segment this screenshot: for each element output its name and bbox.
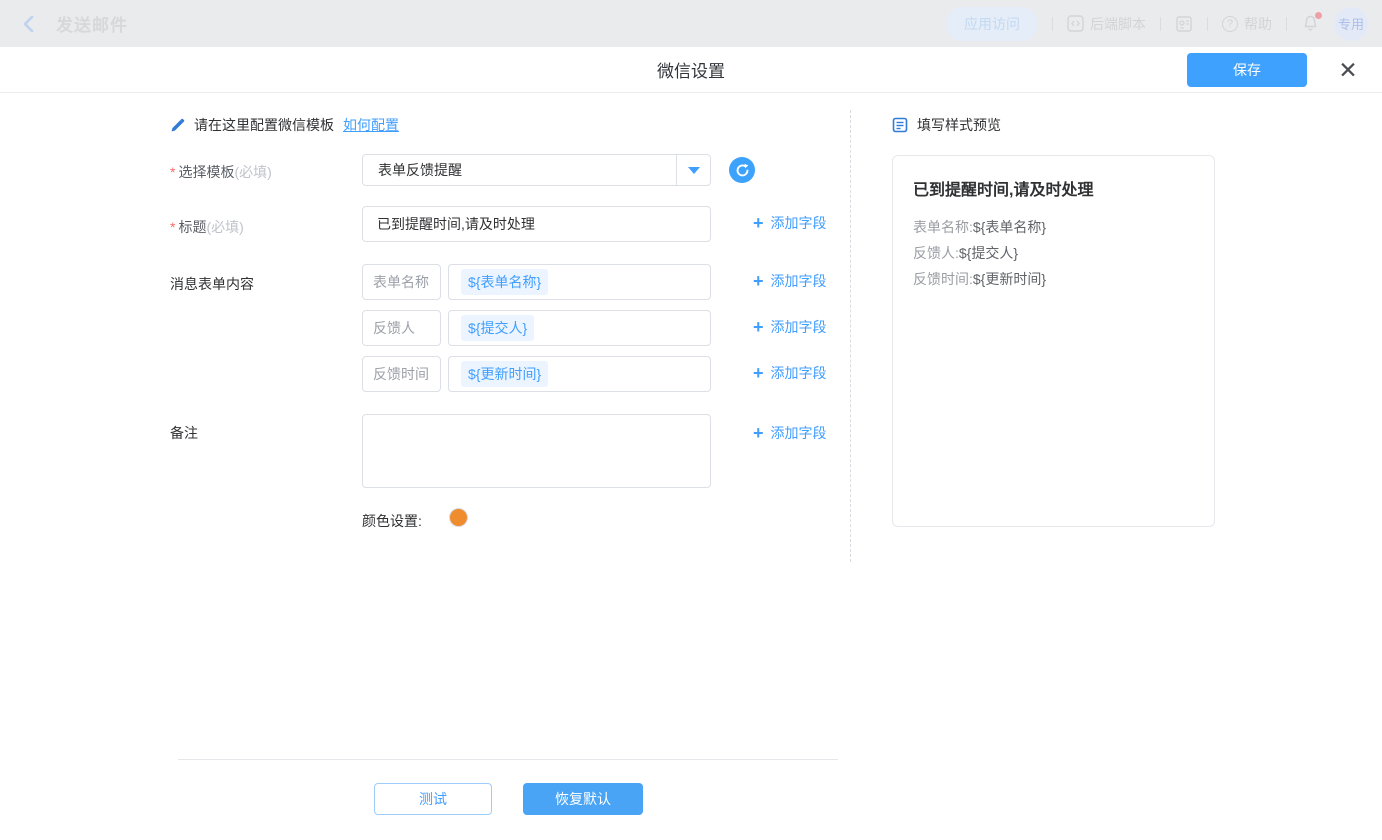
help-label: 帮助	[1244, 14, 1272, 34]
contact-card-icon[interactable]	[1175, 15, 1193, 33]
avatar[interactable]: 专用	[1334, 7, 1368, 41]
preview-line-label: 表单名称:	[913, 219, 973, 235]
preview-line-label: 反馈时间:	[913, 271, 973, 287]
test-button[interactable]: 测试	[374, 783, 492, 815]
color-swatch[interactable]	[449, 508, 468, 527]
document-icon	[892, 117, 908, 133]
plus-icon: +	[753, 424, 764, 442]
chevron-down-icon	[688, 167, 700, 174]
preview-line: 反馈时间:${更新时间}	[913, 266, 1194, 292]
preview-header-text: 填写样式预览	[917, 115, 1001, 135]
row-value-input-1[interactable]: ${表单名称}	[448, 264, 711, 300]
page-title: 发送邮件	[56, 11, 128, 36]
field-token[interactable]: ${更新时间}	[461, 361, 548, 387]
preview-line-label: 反馈人:	[913, 245, 959, 261]
pencil-icon	[170, 118, 185, 133]
plus-icon: +	[753, 214, 764, 232]
template-required-suffix: (必填)	[234, 164, 271, 180]
remark-label: 备注	[170, 423, 198, 443]
row-value-input-3[interactable]: ${更新时间}	[448, 356, 711, 392]
add-field-button-row-1[interactable]: + 添加字段	[753, 271, 827, 291]
vertical-divider	[850, 110, 851, 562]
refresh-templates-button[interactable]	[729, 157, 755, 183]
template-select[interactable]: 表单反馈提醒	[362, 154, 711, 186]
preview-line: 表单名称:${表单名称}	[913, 214, 1194, 240]
topbar-separator	[1286, 17, 1287, 31]
add-field-button-row-3[interactable]: + 添加字段	[753, 363, 827, 383]
close-icon[interactable]: ✕	[1332, 54, 1364, 86]
select-caret-zone[interactable]	[676, 155, 710, 185]
add-field-button-row-2[interactable]: + 添加字段	[753, 317, 827, 337]
required-asterisk: *	[170, 164, 175, 180]
modal-header: 微信设置 保存 ✕	[0, 47, 1382, 93]
topbar-separator	[1207, 17, 1208, 31]
restore-default-button[interactable]: 恢复默认	[523, 783, 643, 815]
how-to-configure-link[interactable]: 如何配置	[343, 115, 399, 135]
template-label: *选择模板(必填)	[170, 162, 272, 182]
add-field-label: 添加字段	[771, 423, 827, 443]
row-value-input-2[interactable]: ${提交人}	[448, 310, 711, 346]
add-field-button-title[interactable]: + 添加字段	[753, 213, 827, 233]
add-field-label: 添加字段	[771, 317, 827, 337]
topbar-separator	[1052, 17, 1053, 31]
preview-card: 已到提醒时间,请及时处理 表单名称:${表单名称} 反馈人:${提交人} 反馈时…	[892, 155, 1215, 527]
plus-icon: +	[753, 272, 764, 290]
title-required-suffix: (必填)	[206, 219, 243, 235]
notification-bell-icon[interactable]	[1301, 14, 1320, 33]
add-field-label: 添加字段	[771, 213, 827, 233]
refresh-icon	[735, 163, 750, 178]
preview-line-value: ${更新时间}	[973, 271, 1046, 287]
remark-textarea[interactable]	[362, 414, 711, 488]
backend-script-label: 后端脚本	[1090, 14, 1146, 34]
wechat-settings-modal: 微信设置 保存 ✕ 请在这里配置微信模板 如何配置 *选择模板(必填) 表单反馈…	[0, 47, 1382, 840]
modal-title: 微信设置	[0, 47, 1382, 92]
content-label: 消息表单内容	[170, 274, 254, 294]
app-access-button[interactable]: 应用访问	[946, 7, 1038, 41]
preview-line: 反馈人:${提交人}	[913, 240, 1194, 266]
add-field-label: 添加字段	[771, 363, 827, 383]
row-key-input-2[interactable]	[362, 310, 441, 346]
title-input[interactable]	[362, 206, 711, 242]
add-field-button-remark[interactable]: + 添加字段	[753, 423, 827, 443]
title-label-text: 标题	[178, 219, 206, 235]
code-icon	[1067, 15, 1084, 32]
required-asterisk: *	[170, 219, 175, 235]
notification-badge	[1315, 12, 1322, 19]
plus-icon: +	[753, 364, 764, 382]
field-token[interactable]: ${提交人}	[461, 315, 534, 341]
footer-divider	[178, 759, 838, 760]
row-key-input-1[interactable]	[362, 264, 441, 300]
question-icon: ?	[1222, 16, 1238, 32]
color-setting-label: 颜色设置:	[362, 511, 422, 531]
add-field-label: 添加字段	[771, 271, 827, 291]
back-icon[interactable]	[20, 14, 40, 34]
field-token[interactable]: ${表单名称}	[461, 269, 548, 295]
preview-line-value: ${提交人}	[959, 245, 1018, 261]
template-label-text: 选择模板	[178, 164, 234, 180]
title-label: *标题(必填)	[170, 217, 244, 237]
template-select-value: 表单反馈提醒	[363, 160, 676, 180]
config-hint-row: 请在这里配置微信模板 如何配置	[170, 115, 399, 135]
preview-header: 填写样式预览	[892, 115, 1001, 135]
backend-script-button[interactable]: 后端脚本	[1067, 14, 1146, 34]
row-key-input-3[interactable]	[362, 356, 441, 392]
preview-title: 已到提醒时间,请及时处理	[913, 176, 1194, 200]
modal-body: 请在这里配置微信模板 如何配置 *选择模板(必填) 表单反馈提醒 *标题(必填)…	[0, 93, 1382, 839]
page-topbar: 发送邮件 应用访问 后端脚本 ? 帮助	[0, 0, 1382, 47]
config-hint-text: 请在这里配置微信模板	[194, 115, 334, 135]
preview-line-value: ${表单名称}	[973, 219, 1046, 235]
save-button[interactable]: 保存	[1187, 53, 1307, 87]
topbar-separator	[1160, 17, 1161, 31]
help-button[interactable]: ? 帮助	[1222, 14, 1272, 34]
plus-icon: +	[753, 318, 764, 336]
